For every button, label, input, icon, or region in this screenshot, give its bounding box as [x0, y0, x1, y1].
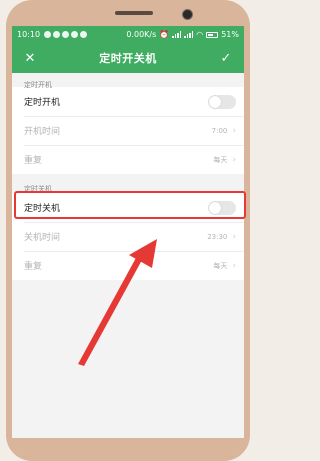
pointer-arrow [78, 239, 157, 366]
arrow-shaft [78, 256, 142, 366]
